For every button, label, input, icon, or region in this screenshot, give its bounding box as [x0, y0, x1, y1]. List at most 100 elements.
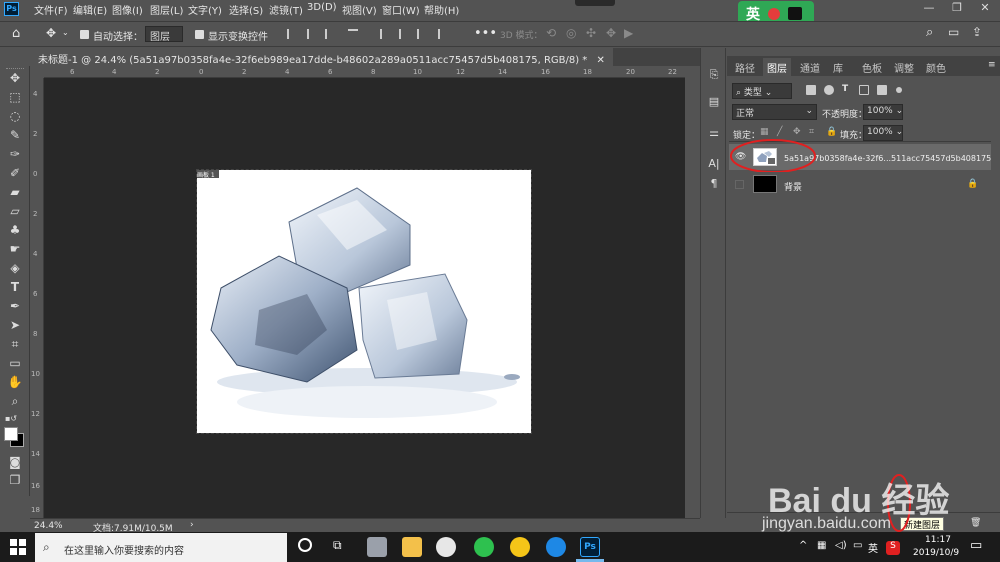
align-left-icon[interactable] — [287, 29, 297, 39]
align-top-icon[interactable] — [380, 29, 390, 39]
menu-select[interactable]: 选择(S) — [229, 2, 263, 17]
menu-3d[interactable]: 3D(D) — [307, 2, 337, 13]
paint-bucket-icon[interactable]: ◈ — [7, 261, 23, 275]
opacity-input[interactable]: 100% ⌄ — [863, 104, 903, 120]
layer-name[interactable]: 背景 — [784, 180, 802, 193]
filter-toggle-icon[interactable] — [896, 87, 902, 93]
quick-select-tool-icon[interactable]: ✎ — [7, 128, 23, 142]
brush-tool-icon[interactable]: ✐ — [7, 166, 23, 180]
notification-icon[interactable]: ▭ — [970, 538, 982, 553]
menu-type[interactable]: 文字(Y) — [188, 2, 222, 17]
menu-image[interactable]: 图像(I) — [112, 2, 143, 17]
move-tool-icon[interactable]: ✥ — [7, 71, 23, 85]
fill-input[interactable]: 100% ⌄ — [863, 125, 903, 141]
3d-roll-icon[interactable]: ◎ — [566, 26, 576, 40]
adjustments-icon[interactable]: ⚌ — [707, 126, 721, 140]
align-right-icon[interactable] — [325, 29, 335, 39]
artboard[interactable] — [196, 169, 532, 434]
hand-tool-icon[interactable]: ✋ — [7, 375, 23, 389]
tab-color[interactable]: 颜色 — [922, 58, 950, 76]
3d-camera-icon[interactable]: ▶ — [624, 26, 633, 40]
trash-icon[interactable]: 🗑 — [970, 518, 981, 528]
network-icon[interactable]: ▦ — [817, 540, 826, 551]
menu-help[interactable]: 帮助(H) — [424, 2, 459, 17]
volume-icon[interactable]: ◁) — [835, 540, 847, 551]
default-colors-icon[interactable]: ▪↺ — [3, 412, 19, 426]
distribute-icon[interactable] — [348, 29, 358, 39]
show-transform-checkbox[interactable] — [195, 30, 204, 39]
type-tool-icon[interactable]: T — [7, 280, 23, 294]
visibility-toggle[interactable] — [735, 180, 744, 189]
properties-icon[interactable]: ▤ — [707, 95, 721, 109]
move-tool-icon[interactable]: ✥ — [46, 26, 56, 40]
zoom-readout[interactable]: 24.4% — [34, 521, 63, 531]
character-icon[interactable]: A| — [707, 157, 721, 171]
menu-file[interactable]: 文件(F) — [34, 2, 68, 17]
zoom-tool-icon[interactable]: ⌕ — [7, 394, 23, 408]
chevron-down-icon[interactable]: ⌄ — [62, 28, 69, 37]
rectangle-tool-icon[interactable]: ▭ — [7, 356, 23, 370]
eyedropper-tool-icon[interactable]: ✑ — [7, 147, 23, 161]
photoshop-taskbar-icon[interactable]: Ps — [580, 537, 600, 557]
tab-paths[interactable]: 路径 — [731, 58, 759, 76]
status-menu-arrow-icon[interactable]: › — [190, 520, 194, 530]
crop-tool-icon[interactable]: ⌗ — [7, 337, 23, 351]
pen-tool-icon[interactable]: ✒ — [7, 299, 23, 313]
wechat-icon[interactable] — [474, 537, 494, 557]
screen-mode-icon[interactable]: ❐ — [7, 473, 23, 487]
auto-select-target-dropdown[interactable]: 图层 ⌄ — [145, 26, 183, 54]
path-select-icon[interactable]: ➤ — [7, 318, 23, 332]
3d-pan-icon[interactable]: ✣ — [586, 26, 596, 40]
close-tab-icon[interactable]: ✕ — [597, 55, 605, 66]
smudge-tool-icon[interactable]: ☛ — [7, 242, 23, 256]
filter-adjustment-icon[interactable] — [824, 85, 834, 95]
document-tab[interactable]: 未标题-1 @ 24.4% (5a51a97b0358fa4e-32f6eb98… — [30, 48, 613, 66]
menu-window[interactable]: 窗口(W) — [382, 2, 420, 17]
marquee-tool-icon[interactable]: ⬚ — [7, 90, 23, 104]
clock-date[interactable]: 2019/10/9 — [913, 548, 959, 558]
filter-type-icon[interactable]: T — [842, 84, 848, 94]
align-bottom-icon[interactable] — [417, 29, 427, 39]
foreground-color-swatch[interactable] — [4, 427, 18, 441]
search-icon[interactable]: ⌕ — [926, 25, 933, 40]
tray-expand-icon[interactable]: ^ — [799, 540, 807, 551]
sogou-ime-icon[interactable]: S — [886, 541, 900, 555]
layer-filter-dropdown[interactable]: ⌕ 类型 ⌄ — [732, 83, 792, 99]
file-explorer-icon[interactable] — [402, 537, 422, 557]
workspace-icon[interactable]: ▭ — [948, 25, 959, 39]
paint-app-icon[interactable] — [436, 537, 456, 557]
menu-view[interactable]: 视图(V) — [342, 2, 377, 17]
artboard-label[interactable]: 画板 1 — [197, 170, 219, 179]
qq-icon[interactable] — [510, 537, 530, 557]
home-icon[interactable]: ⌂ — [12, 26, 20, 41]
eraser-tool-icon[interactable]: ▱ — [7, 204, 23, 218]
align-hcenter-icon[interactable] — [307, 29, 317, 39]
filter-shape-icon[interactable] — [859, 85, 869, 95]
filter-smart-object-icon[interactable] — [877, 85, 887, 95]
menu-filter[interactable]: 滤镜(T) — [269, 2, 303, 17]
tab-adjustments[interactable]: 调整 — [890, 58, 918, 76]
paragraph-icon[interactable]: ¶ — [707, 177, 721, 191]
tab-layers[interactable]: 图层 — [763, 58, 791, 76]
3d-slide-icon[interactable]: ✥ — [606, 26, 616, 40]
more-options-icon[interactable]: ••• — [474, 26, 497, 41]
blend-mode-dropdown[interactable]: 正常 ⌄ — [732, 104, 817, 120]
ime-tray-label[interactable]: 英 — [868, 540, 878, 555]
browser-icon[interactable] — [546, 537, 566, 557]
task-view-icon[interactable]: ⧉ — [333, 538, 342, 553]
windows-start-icon[interactable] — [10, 539, 26, 555]
align-vcenter-icon[interactable] — [399, 29, 409, 39]
distribute-top-icon[interactable] — [438, 29, 448, 39]
healing-tool-icon[interactable]: ▰ — [7, 185, 23, 199]
close-button[interactable]: ✕ — [972, 1, 998, 17]
auto-select-checkbox[interactable] — [80, 30, 89, 39]
lasso-tool-icon[interactable]: ◌ — [7, 109, 23, 123]
quick-mask-icon[interactable]: ◙ — [7, 455, 23, 469]
filter-pixel-icon[interactable] — [806, 85, 816, 95]
lock-all-icon[interactable]: 🔒 — [826, 127, 837, 137]
network-app-icon[interactable] — [367, 537, 387, 557]
share-icon[interactable]: ⇪ — [972, 25, 982, 39]
tab-swatches[interactable]: 色板 — [858, 58, 886, 76]
clock-time[interactable]: 11:17 — [925, 535, 951, 545]
battery-icon[interactable]: ▭ — [853, 540, 862, 551]
